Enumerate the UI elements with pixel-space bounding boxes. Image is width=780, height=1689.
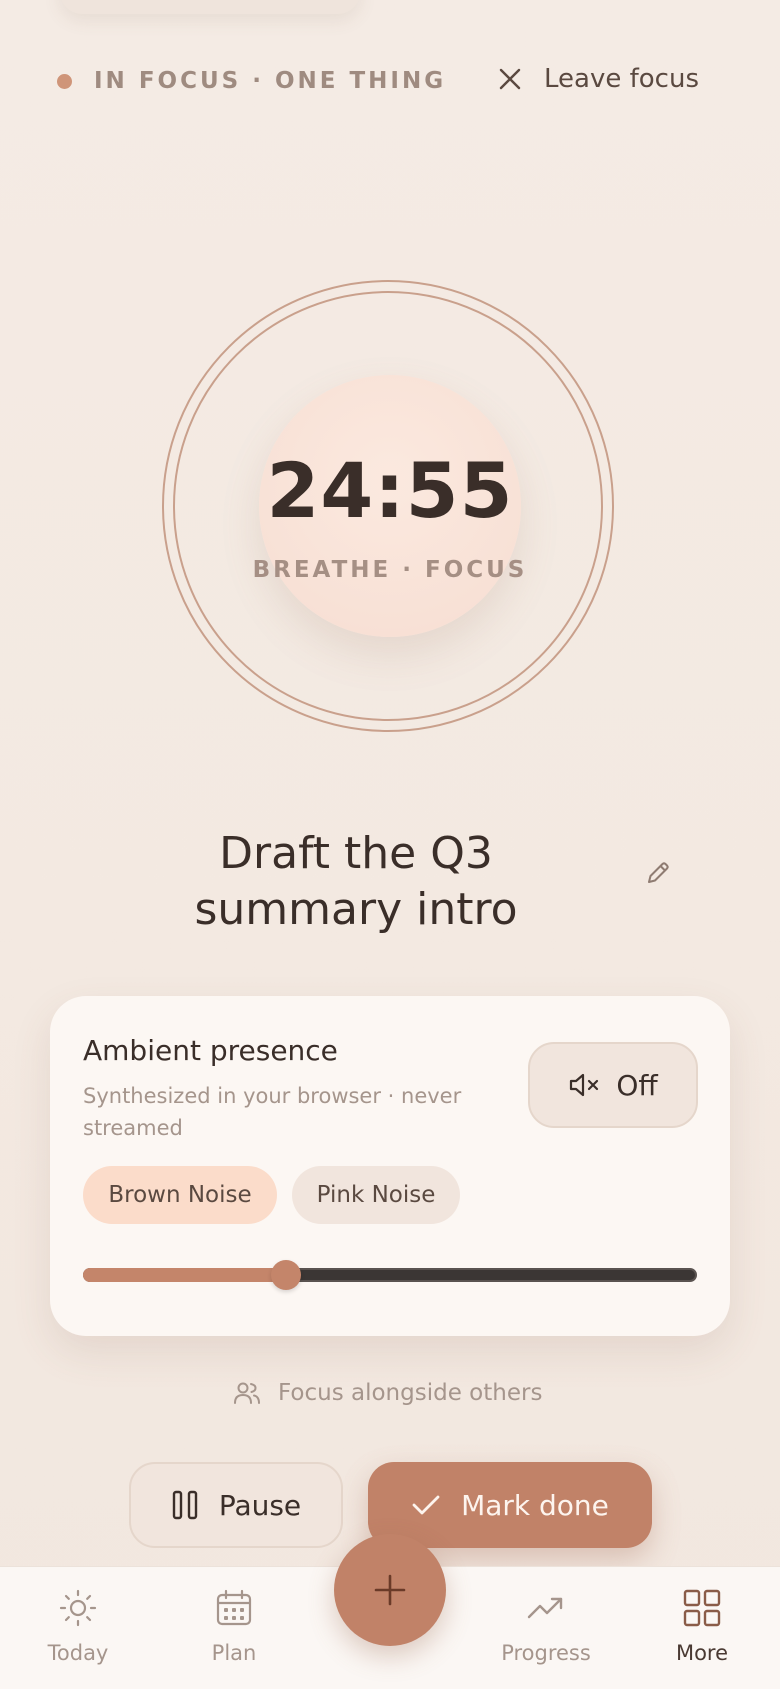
pause-icon <box>172 1490 198 1520</box>
check-icon <box>412 1495 440 1515</box>
status-label: IN FOCUS · ONE THING <box>94 68 447 94</box>
ambient-card: Ambient presence Synthesized in your bro… <box>50 996 730 1336</box>
timer-subtitle: BREATHE · FOCUS <box>252 557 528 583</box>
pencil-icon <box>648 862 669 883</box>
nav-label-progress: Progress <box>501 1641 591 1665</box>
sound-toggle-button[interactable]: Off <box>528 1042 698 1128</box>
chip-pink-noise[interactable]: Pink Noise <box>292 1166 460 1224</box>
pause-button[interactable]: Pause <box>129 1462 343 1548</box>
pause-label: Pause <box>218 1488 302 1522</box>
chip-brown-noise[interactable]: Brown Noise <box>83 1166 277 1224</box>
top-card-shadow <box>60 0 360 14</box>
plus-icon <box>374 1574 406 1606</box>
nav-item-progress[interactable]: Progress <box>476 1587 616 1665</box>
add-fab-button[interactable] <box>334 1534 446 1646</box>
trending-up-icon <box>527 1597 563 1619</box>
alongside-label: Focus alongside others <box>278 1380 543 1406</box>
volume-muted-icon <box>570 1073 599 1097</box>
sun-icon <box>59 1589 97 1627</box>
ambient-title: Ambient presence <box>83 1034 338 1067</box>
volume-slider[interactable] <box>83 1258 697 1292</box>
mark-done-label: Mark done <box>461 1488 609 1522</box>
grid-icon <box>683 1589 721 1627</box>
nav-item-more[interactable]: More <box>632 1587 772 1665</box>
leave-focus-label: Leave focus <box>544 64 699 94</box>
edit-task-button[interactable] <box>640 855 676 891</box>
nav-label-plan: Plan <box>211 1641 257 1665</box>
timer-time: 24:55 <box>266 446 514 535</box>
focus-alongside-link[interactable]: Focus alongside others <box>232 1378 542 1408</box>
task-title: Draft the Q3 summary intro <box>194 828 518 935</box>
slider-thumb[interactable] <box>270 1260 301 1290</box>
focus-status: IN FOCUS · ONE THING <box>57 68 446 94</box>
leave-focus-button[interactable]: Leave focus <box>496 64 699 94</box>
slider-fill <box>83 1268 286 1282</box>
calendar-icon <box>216 1589 252 1626</box>
ambient-subtitle: Synthesized in your browser · never stre… <box>83 1084 462 1140</box>
mark-done-button[interactable]: Mark done <box>368 1462 652 1548</box>
close-icon <box>499 68 521 90</box>
nav-label-today: Today <box>47 1641 109 1665</box>
status-dot <box>57 73 72 89</box>
sound-toggle-label: Off <box>616 1068 658 1102</box>
users-icon <box>234 1382 260 1404</box>
nav-item-plan[interactable]: Plan <box>164 1587 304 1665</box>
nav-item-today[interactable]: Today <box>8 1587 148 1665</box>
nav-label-more: More <box>675 1641 729 1665</box>
